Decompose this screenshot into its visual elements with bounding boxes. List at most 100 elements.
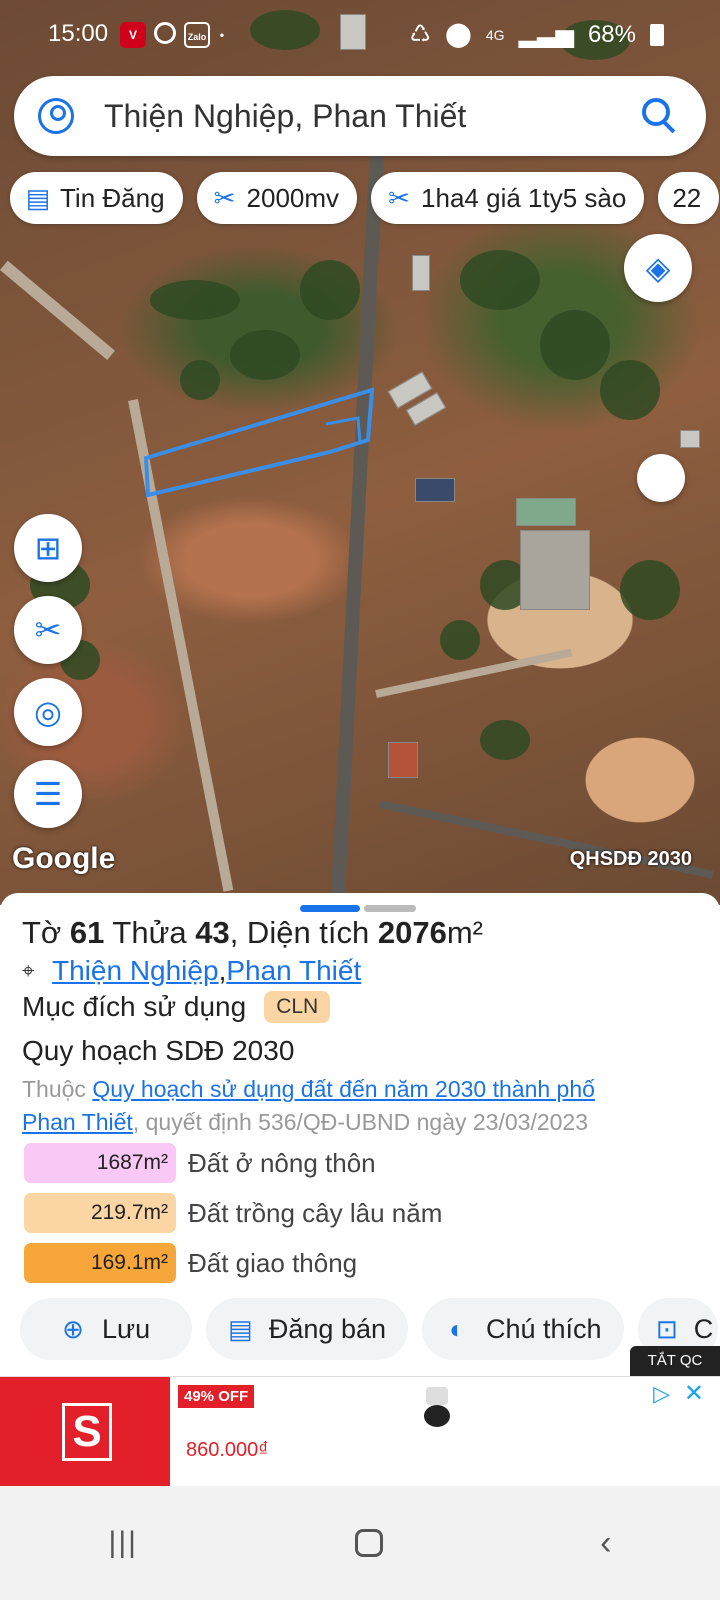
filter-chips: ▤ Tin Đăng ✂ 2000mv ✂ 1ha4 giá 1ty5 sào … [10,172,720,224]
parcel-title: Tờ 61 Thửa 43, Diện tích 2076m² [22,915,483,951]
status-bar: 15:00 V Zalo • ♺ ⬤ 4G ▂▃▅ 68% [0,0,720,70]
recents-button[interactable]: ||| [109,1526,138,1560]
purpose-badge: CLN [264,991,331,1023]
recycle-icon: ♺ [409,21,432,48]
plan-link-city[interactable]: Phan Thiết [22,1109,133,1135]
post-label: Đăng bán [268,1313,386,1344]
file-plus-icon: ⊕ [62,1313,84,1344]
parcel-info-sheet[interactable]: Tờ 61 Thửa 43, Diện tích 2076m² ⌖ Thiện … [0,893,720,1375]
google-logo: Google [12,842,116,875]
dot-icon: • [219,28,225,42]
purpose-label: Mục đích sử dụng [22,991,247,1022]
hide-ads-button[interactable]: TẮT QC [630,1346,720,1376]
ad-discount-badge: 49% OFF [178,1385,255,1408]
ad-brand-letter: S [62,1403,112,1461]
ward-link[interactable]: Thiện Nghiệp [52,955,219,987]
menu-icon: ☰ [33,776,63,812]
sync-icon [154,22,176,44]
ad-price: 860.000₫ [186,1439,269,1461]
land-use-label: Đất trồng cây lâu năm [188,1197,443,1228]
chip-label: 1ha4 giá 1ty5 sào [421,182,627,213]
area-prefix: , Diện tích [229,915,378,950]
plan-layer-label: QHSDĐ 2030 [569,848,692,870]
sheet-handle[interactable] [300,905,416,912]
chip-label: Tin Đăng [60,182,165,213]
app-notification-icon: V [120,22,146,48]
sheet-prefix: Tờ [22,915,70,950]
profile-icon[interactable] [38,98,74,134]
camera-plus-icon: ⊞ [34,530,62,566]
plan-description: Thuộc Quy hoạch sử dụng đất đến năm 2030… [22,1073,672,1139]
ad-banner[interactable]: S 49% OFF 860.000₫ ▷ ✕ [0,1376,720,1487]
plot-prefix: Thửa [104,915,196,950]
zalo-icon: Zalo [184,22,210,48]
ruler-icon: ✂ [388,182,410,213]
chip-measure-2[interactable]: ✂ 1ha4 giá 1ty5 sào [371,172,645,224]
land-use-area: 169.1m² [24,1243,176,1283]
list-icon: ▤ [25,182,51,213]
sheet-page-indicator [364,905,416,912]
scroll-handle[interactable] [637,454,685,502]
city-link[interactable]: Phan Thiết [226,955,361,987]
land-use-label: Đất giao thông [188,1247,358,1278]
sheet-page-indicator [300,905,360,912]
network-type: 4G [485,26,505,43]
plan-desc-suffix: , quyết định 536/QĐ-UBND ngày 23/03/2023 [132,1109,588,1135]
home-button[interactable] [355,1529,384,1557]
land-use-label: Đất ở nông thôn [188,1147,376,1178]
area-unit: m² [446,915,484,950]
battery-icon [650,23,664,46]
my-location-button[interactable]: ◎ [14,678,82,746]
menu-button[interactable]: ☰ [14,760,82,828]
chip-partial[interactable]: 22 [658,172,720,224]
save-button[interactable]: ⊕ Lưu [20,1298,192,1360]
area-value: 2076 [377,915,447,950]
location-icon: ⬤ [445,21,472,48]
land-use-row: 219.7m² Đất trồng cây lâu năm [24,1193,442,1233]
system-nav-bar: ||| ‹ [0,1486,720,1600]
chip-label: 2000mv [246,182,340,213]
ruler-icon: ✂ [34,612,62,648]
add-photo-button[interactable]: ⊞ [14,514,82,582]
plan-title: Quy hoạch SDĐ 2030 [22,1035,295,1066]
search-bar[interactable]: Thiện Nghiệp, Phan Thiết [14,76,706,156]
back-button[interactable]: ‹ [600,1524,611,1563]
legend-label: Chú thích [486,1313,602,1344]
land-use-row: 1687m² Đất ở nông thôn [24,1143,376,1183]
sheet-number: 61 [69,915,105,950]
layers-icon: ◈ [645,250,671,286]
ad-brand-logo: S [0,1377,170,1487]
chip-tin-dang[interactable]: ▤ Tin Đăng [10,172,183,224]
chip-label: 22 [672,182,702,213]
pin-icon: ⌖ [22,958,35,983]
security-camera-image [422,1387,452,1429]
legend-button[interactable]: ◐ Chú thích [422,1298,624,1360]
list-icon: ▤ [228,1313,253,1344]
close-icon[interactable]: ✕ [684,1379,704,1408]
contrast-icon: ◐ [449,1313,465,1344]
status-right: ♺ ⬤ 4G ▂▃▅ 68% [410,20,664,49]
ruler-icon: ✂ [213,182,236,213]
layers-button[interactable]: ◈ [624,234,692,302]
land-purpose: Mục đích sử dụng CLN [22,991,331,1023]
measure-button[interactable]: ✂ [14,596,82,664]
search-input[interactable]: Thiện Nghiệp, Phan Thiết [104,98,638,135]
search-icon[interactable] [638,94,682,138]
land-use-area: 1687m² [24,1143,176,1183]
battery-percent: 68% [587,20,636,48]
status-time: 15:00 [48,20,109,47]
signal-icon: ▂▃▅ [518,21,574,48]
plot-number: 43 [195,915,230,950]
plan-link[interactable]: Quy hoạch sử dụng đất đến năm 2030 thành… [92,1076,595,1102]
land-use-row: 169.1m² Đất giao thông [24,1243,357,1283]
save-label: Lưu [102,1313,151,1344]
chip-measure-1[interactable]: ✂ 2000mv [196,172,358,224]
notification-icons: V Zalo • [120,22,226,48]
post-for-sale-button[interactable]: ▤ Đăng bán [206,1298,408,1360]
land-use-area: 219.7m² [24,1193,176,1233]
camera-icon: ⊡ [656,1313,678,1344]
parcel-location: ⌖ Thiện Nghiệp, Phan Thiết [22,955,361,987]
ad-choices-icon[interactable]: ▷ [653,1381,670,1407]
action-buttons: ⊕ Lưu ▤ Đăng bán ◐ Chú thích ⊡ C [20,1298,718,1360]
plan-desc-prefix: Thuộc [22,1076,93,1102]
